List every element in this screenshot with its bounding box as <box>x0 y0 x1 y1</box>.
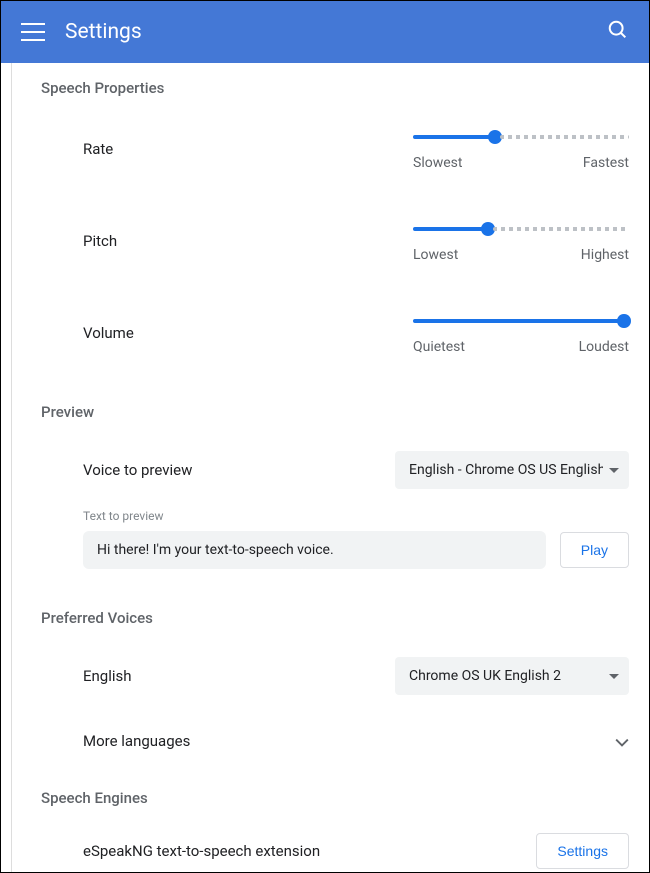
pitch-label: Pitch <box>83 232 413 250</box>
engine-name: eSpeakNG text-to-speech extension <box>83 842 536 860</box>
preview-title: Preview <box>31 403 629 421</box>
pitch-row: Pitch Lowest Highest <box>31 219 629 263</box>
engine-row: eSpeakNG text-to-speech extension Settin… <box>31 821 629 872</box>
pitch-max-label: Highest <box>581 247 629 263</box>
volume-max-label: Loudest <box>579 339 629 355</box>
volume-label: Volume <box>83 324 413 342</box>
volume-min-label: Quietest <box>413 339 465 355</box>
play-button[interactable]: Play <box>560 532 629 568</box>
english-voice-dropdown[interactable]: Chrome OS UK English 2 <box>395 657 629 695</box>
rate-slider[interactable] <box>413 127 629 147</box>
menu-icon[interactable] <box>21 23 45 41</box>
pitch-min-label: Lowest <box>413 247 458 263</box>
volume-row: Volume Quietest Loudest <box>31 311 629 355</box>
more-languages-row[interactable]: More languages <box>31 713 629 769</box>
voice-preview-selected: English - Chrome OS US English <box>409 462 603 478</box>
engine-settings-button[interactable]: Settings <box>536 833 629 869</box>
voice-preview-label: Voice to preview <box>83 461 395 479</box>
rate-label: Rate <box>83 140 413 158</box>
voice-preview-row: Voice to preview English - Chrome OS US … <box>31 451 629 489</box>
speech-properties-title: Speech Properties <box>31 79 629 97</box>
chevron-down-icon <box>615 732 629 751</box>
volume-slider[interactable] <box>413 311 629 331</box>
header-title: Settings <box>65 20 607 44</box>
rate-row: Rate Slowest Fastest <box>31 127 629 171</box>
chevron-down-icon <box>609 668 619 684</box>
search-icon[interactable] <box>607 19 629 45</box>
text-preview-label: Text to preview <box>31 509 629 523</box>
preferred-voices-title: Preferred Voices <box>31 609 629 627</box>
english-voice-row: English Chrome OS UK English 2 <box>31 657 629 695</box>
text-preview-input[interactable] <box>83 531 546 569</box>
pitch-slider[interactable] <box>413 219 629 239</box>
voice-preview-dropdown[interactable]: English - Chrome OS US English <box>395 451 629 489</box>
english-voice-label: English <box>83 667 395 685</box>
volume-slider-thumb[interactable] <box>617 314 631 328</box>
chevron-down-icon <box>609 462 619 478</box>
rate-min-label: Slowest <box>413 155 462 171</box>
app-header: Settings <box>1 1 649 63</box>
speech-engines-title: Speech Engines <box>31 789 629 807</box>
rate-max-label: Fastest <box>583 155 629 171</box>
english-voice-selected: Chrome OS UK English 2 <box>409 668 603 684</box>
more-languages-label: More languages <box>83 732 615 750</box>
